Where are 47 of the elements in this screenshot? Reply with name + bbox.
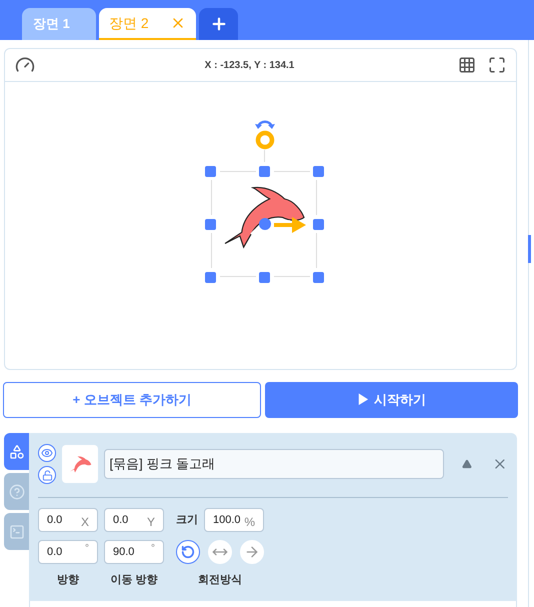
field-value: 0.0 [113,512,128,528]
number-field[interactable]: 0.0 ° [38,540,98,564]
plus-icon [210,15,228,33]
field-label: 이동 방향 [110,573,158,588]
tab-label: 장면 1 [33,15,70,34]
grid-icon[interactable] [458,56,476,74]
field-unit: X [80,514,89,531]
rotation-mode-button[interactable] [240,540,264,564]
collapse-icon[interactable] [462,459,472,469]
field-unit: ° [85,542,89,556]
object-name-field[interactable]: [묶음] 핑크 돌고래 [104,449,444,479]
field-label: 방향 [57,573,79,588]
field-unit: Y [146,514,155,531]
shapes-icon [8,444,24,460]
number-field[interactable]: 0.0 Y [104,508,164,532]
field-unit: ° [151,542,155,556]
rotation-mode-button[interactable] [176,540,200,564]
field-value: 90.0 [113,544,134,560]
start-button[interactable]: ▶ 시작하기 [265,382,518,418]
number-field[interactable]: 0.0 X [38,508,98,532]
question-icon [8,484,24,500]
add-object-button[interactable]: + 오브젝트 추가하기 [3,382,261,418]
field-value: 100.0 [213,512,241,528]
size-label: 크기 [176,512,198,528]
eye-icon [41,447,53,459]
terminal-icon [8,524,24,540]
side-tab[interactable] [4,433,29,470]
field-unit: % [244,514,255,531]
fullscreen-icon[interactable] [488,56,506,74]
add-scene-button[interactable] [199,8,238,40]
rotate-handle-icon[interactable] [254,118,276,130]
pivot-point-icon[interactable] [258,217,272,231]
center-handle-icon[interactable] [254,130,274,150]
visibility-toggle[interactable] [38,444,56,462]
unlocked-icon [42,470,52,480]
right-arrow-icon [244,544,260,560]
field-value: 0.0 [47,544,62,560]
rotation-mode-button[interactable] [208,540,232,564]
number-field[interactable]: 100.0 % [204,508,264,532]
mouse-coordinates: X : -123.5, Y : 134.1 [204,58,296,72]
rotate-icon [181,545,195,559]
field-value: 0.0 [47,512,62,528]
rotation-mode-label: 회전방식 [198,573,242,588]
tab-label: 장면 2 [109,14,149,32]
lock-toggle[interactable] [38,466,56,484]
number-field[interactable]: 90.0 ° [104,540,164,564]
direction-arrow-icon[interactable] [274,215,308,235]
